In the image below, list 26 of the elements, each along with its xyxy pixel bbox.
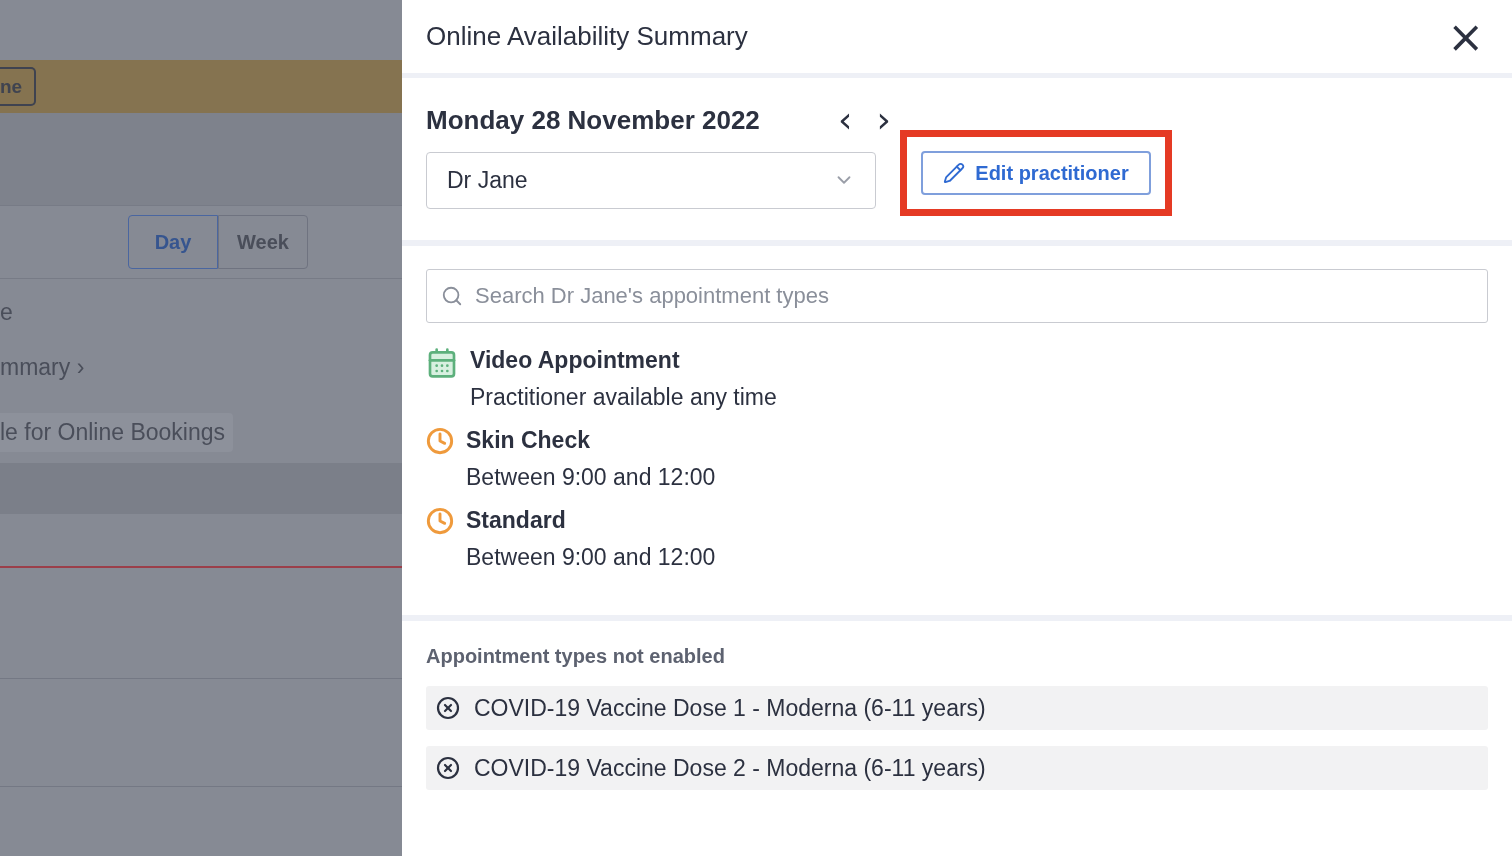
availability-text: Practitioner available any time — [470, 384, 777, 411]
disabled-appointment-type: COVID-19 Vaccine Dose 2 - Moderna (6-11 years) — [426, 746, 1488, 790]
availability-text: Between 9:00 and 12:00 — [466, 544, 716, 571]
availability-text: Between 9:00 and 12:00 — [466, 464, 716, 491]
search-icon — [441, 285, 463, 307]
next-day-button[interactable]: › — [872, 102, 895, 138]
calendar-icon — [426, 347, 458, 379]
date-heading: Monday 28 November 2022 — [426, 104, 761, 136]
clock-icon — [426, 427, 454, 455]
pencil-icon — [943, 162, 966, 184]
clock-icon — [426, 507, 454, 535]
disabled-appointment-type: COVID-19 Vaccine Dose 1 - Moderna (6-11 years) — [426, 686, 1488, 730]
menu-text: e — [0, 297, 14, 327]
section-heading: Appointment types not enabled — [426, 645, 726, 668]
panel-title: Online Availability Summary — [426, 21, 748, 52]
x-circle-icon — [436, 756, 460, 780]
appointment-type-name: Skin Check — [466, 427, 591, 454]
appointment-type-name: Video Appointment — [470, 347, 681, 374]
practitioner-select[interactable]: Dr Jane — [426, 151, 876, 209]
online-bookings-tag: le for Online Bookings — [0, 413, 233, 452]
previous-day-button[interactable]: ‹ — [834, 102, 857, 138]
close-button[interactable]: × — [1443, 14, 1488, 59]
x-circle-icon — [436, 696, 460, 720]
appointment-type-name: Standard — [466, 507, 567, 534]
search-field[interactable]: Search Dr Jane's appointment types — [426, 269, 1488, 323]
edit-practitioner-button[interactable]: Edit practitioner — [921, 151, 1151, 195]
